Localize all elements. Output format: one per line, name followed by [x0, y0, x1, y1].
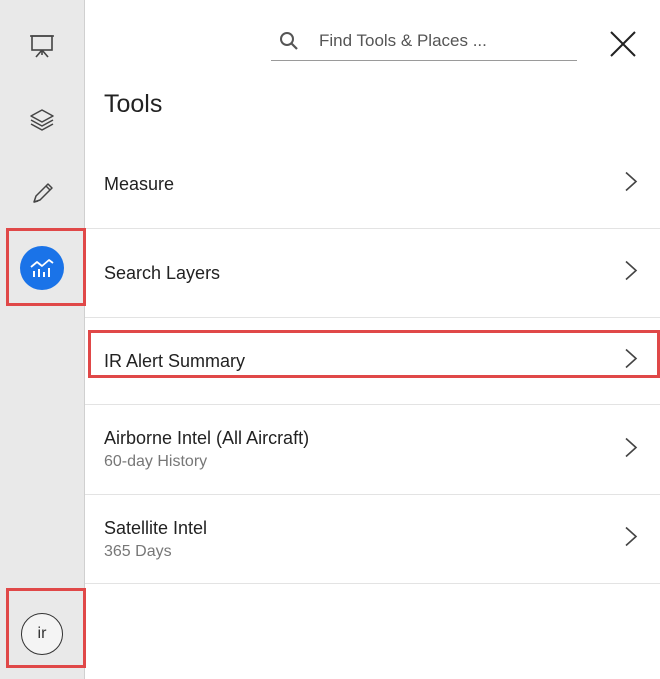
search-bar	[271, 22, 577, 61]
tool-item-measure[interactable]: Measure	[85, 140, 660, 229]
tool-item-label: IR Alert Summary	[104, 350, 246, 371]
close-button[interactable]	[603, 24, 643, 64]
tool-item-label: Airborne Intel (All Aircraft)	[104, 428, 310, 448]
tool-item-label: Measure	[104, 173, 175, 194]
tool-item-label: Search Layers	[104, 262, 221, 283]
pencil-icon	[33, 183, 53, 203]
tool-item-label: Satellite Intel	[104, 517, 208, 538]
tool-item-search-layers[interactable]: Search Layers	[85, 229, 660, 318]
close-icon	[610, 31, 636, 57]
tool-item-ir-alert-summary[interactable]: IR Alert Summary	[85, 318, 660, 405]
sidebar: ir	[0, 0, 85, 679]
search-input[interactable]	[317, 30, 561, 52]
sidebar-item-draw[interactable]	[20, 172, 64, 216]
chevron-right-icon	[624, 436, 638, 463]
sidebar-item-analytics[interactable]	[20, 246, 64, 290]
tool-item-airborne-intel[interactable]: Airborne Intel (All Aircraft) 60-day His…	[85, 405, 660, 495]
chevron-right-icon	[624, 171, 638, 198]
tool-item-sublabel: 365 Days	[104, 542, 172, 560]
presentation-icon	[30, 35, 54, 58]
panel-title: Tools	[104, 90, 163, 118]
analytics-icon	[30, 259, 54, 277]
layers-icon	[30, 109, 54, 131]
tool-item-satellite-intel[interactable]: Satellite Intel 365 Days	[85, 495, 660, 584]
search-icon[interactable]	[271, 23, 307, 59]
sidebar-item-layers[interactable]	[20, 98, 64, 142]
chevron-right-icon	[624, 348, 638, 375]
active-indicator	[20, 246, 64, 290]
sidebar-item-presentation[interactable]	[20, 24, 64, 68]
chevron-right-icon	[624, 526, 638, 553]
tool-item-sublabel: 60-day History	[104, 453, 208, 470]
user-avatar-button[interactable]: ir	[20, 612, 64, 656]
avatar: ir	[21, 613, 63, 655]
chevron-right-icon	[624, 260, 638, 287]
tools-panel: Tools Measure Search Layers IR Alert Sum…	[85, 0, 660, 679]
